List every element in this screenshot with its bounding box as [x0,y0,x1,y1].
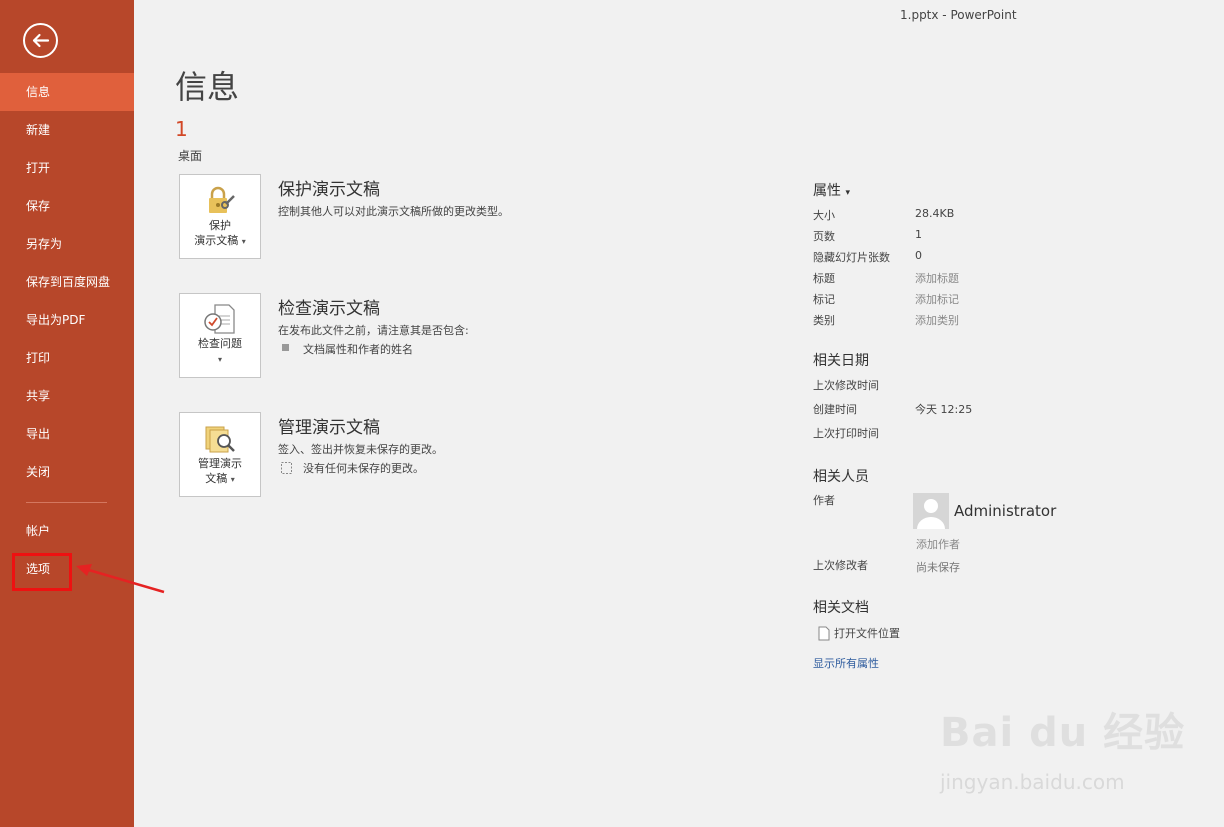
file-icon [818,626,830,641]
sidebar-divider [26,502,107,503]
watermark-text: Bai du 经验 [940,710,1186,756]
avatar [913,493,949,529]
lock-key-icon [209,186,235,213]
prop-key-title: 标题 [813,272,835,285]
related-people-heading: 相关人员 [813,469,869,485]
window-title: 1.pptx - PowerPoint [900,8,1017,22]
document-location: 桌面 [178,149,203,163]
check-issues-button[interactable]: 检查问题 ▾ [179,293,261,378]
sidebar-item-info[interactable]: 信息 [0,73,134,111]
protect-presentation-button[interactable]: 保护 演示文稿 ▾ [179,174,261,259]
sidebar-item-new[interactable]: 新建 [0,111,134,149]
properties-heading-label: 属性 [813,183,841,199]
last-modified-by-key: 上次修改者 [813,559,868,572]
dropdown-caret-icon: ▾ [217,355,222,364]
sidebar-item-close[interactable]: 关闭 [0,453,134,491]
backstage-sidebar: 信息 新建 打开 保存 另存为 保存到百度网盘 导出为PDF 打印 共享 导出 … [0,0,134,827]
manage-tile-label-2: 文稿 [205,472,228,485]
prop-val-category-input[interactable]: 添加类别 [915,312,959,328]
protect-tile-label-2: 演示文稿 [194,234,239,247]
inspect-document-icon [204,304,235,334]
date-key-last-modified: 上次修改时间 [813,379,879,392]
protect-tile-label: 保护 演示文稿 ▾ [180,218,260,249]
person-icon [917,499,945,529]
prop-key-tags: 标记 [813,293,835,306]
watermark-sub: jingyan.baidu.com [940,770,1125,794]
check-issues-tile-label: 检查问题 ▾ [180,336,260,367]
related-dates-heading: 相关日期 [813,353,869,369]
document-dotted-icon [281,462,292,474]
dropdown-caret-icon: ▾ [230,475,235,484]
dropdown-caret-icon: ▾ [241,237,246,246]
sidebar-item-save-as[interactable]: 另存为 [0,225,134,263]
protect-section-desc: 控制其他人可以对此演示文稿所做的更改类型。 [278,205,509,218]
prop-key-pages: 页数 [813,230,835,243]
chevron-down-icon: ▾ [845,188,850,198]
manage-tile-label: 管理演示 文稿 ▾ [180,456,260,487]
annotation-arrow-icon [76,564,165,594]
sidebar-item-share[interactable]: 共享 [0,377,134,415]
back-arrow-icon [32,33,50,48]
manage-presentation-button[interactable]: 管理演示 文稿 ▾ [179,412,261,497]
show-all-properties-link[interactable]: 显示所有属性 [813,655,879,671]
author-key: 作者 [813,494,835,507]
back-button[interactable] [23,23,58,58]
sidebar-item-save-to-baidu[interactable]: 保存到百度网盘 [0,263,134,301]
prop-val-tags-input[interactable]: 添加标记 [915,291,959,307]
properties-heading[interactable]: 属性 ▾ [813,180,850,200]
options-highlight-box [12,553,72,591]
prop-key-size: 大小 [813,209,835,222]
baidu-watermark: Bai du 经验 [940,700,1185,758]
sidebar-item-open[interactable]: 打开 [0,149,134,187]
sidebar-item-save[interactable]: 保存 [0,187,134,225]
document-name: 1 [175,117,188,141]
manage-versions-icon [205,426,235,453]
manage-section-desc: 签入、签出并恢复未保存的更改。 [278,443,443,456]
page-title: 信息 [175,68,240,106]
prop-val-title-input[interactable]: 添加标题 [915,270,959,286]
date-val-created: 今天 12:25 [915,403,973,416]
add-author-link[interactable]: 添加作者 [916,536,960,552]
sidebar-item-account[interactable]: 帐户 [0,512,134,550]
prop-val-size: 28.4KB [915,207,955,220]
sidebar-item-print[interactable]: 打印 [0,339,134,377]
prop-key-category: 类别 [813,314,835,327]
powerpoint-backstage: 信息 新建 打开 保存 另存为 保存到百度网盘 导出为PDF 打印 共享 导出 … [0,0,1224,827]
sidebar-item-export[interactable]: 导出 [0,415,134,453]
sidebar-item-export-pdf[interactable]: 导出为PDF [0,301,134,339]
check-issues-tile-label-1: 检查问题 [198,337,242,350]
date-key-last-printed: 上次打印时间 [813,427,879,440]
date-key-created: 创建时间 [813,403,857,416]
prop-val-pages: 1 [915,228,922,241]
protect-tile-label-1: 保护 [209,219,231,232]
protect-section-title: 保护演示文稿 [278,180,380,200]
inspect-section-title: 检查演示文稿 [278,299,380,319]
bullet-square-icon [282,344,289,351]
related-docs-heading: 相关文档 [813,600,869,616]
prop-key-hidden-slides: 隐藏幻灯片张数 [813,251,890,264]
inspect-section-note: 文档属性和作者的姓名 [303,343,413,356]
manage-section-note: 没有任何未保存的更改。 [303,462,424,475]
sidebar-nav: 信息 新建 打开 保存 另存为 保存到百度网盘 导出为PDF 打印 共享 导出 … [0,73,134,491]
manage-section-title: 管理演示文稿 [278,418,380,438]
last-modified-by-value: 尚未保存 [916,561,960,574]
author-name: Administrator [954,502,1057,520]
manage-tile-label-1: 管理演示 [198,457,242,470]
prop-val-hidden-slides: 0 [915,249,922,262]
inspect-section-desc: 在发布此文件之前，请注意其是否包含: [278,324,469,337]
open-file-location-link[interactable]: 打开文件位置 [834,625,900,641]
